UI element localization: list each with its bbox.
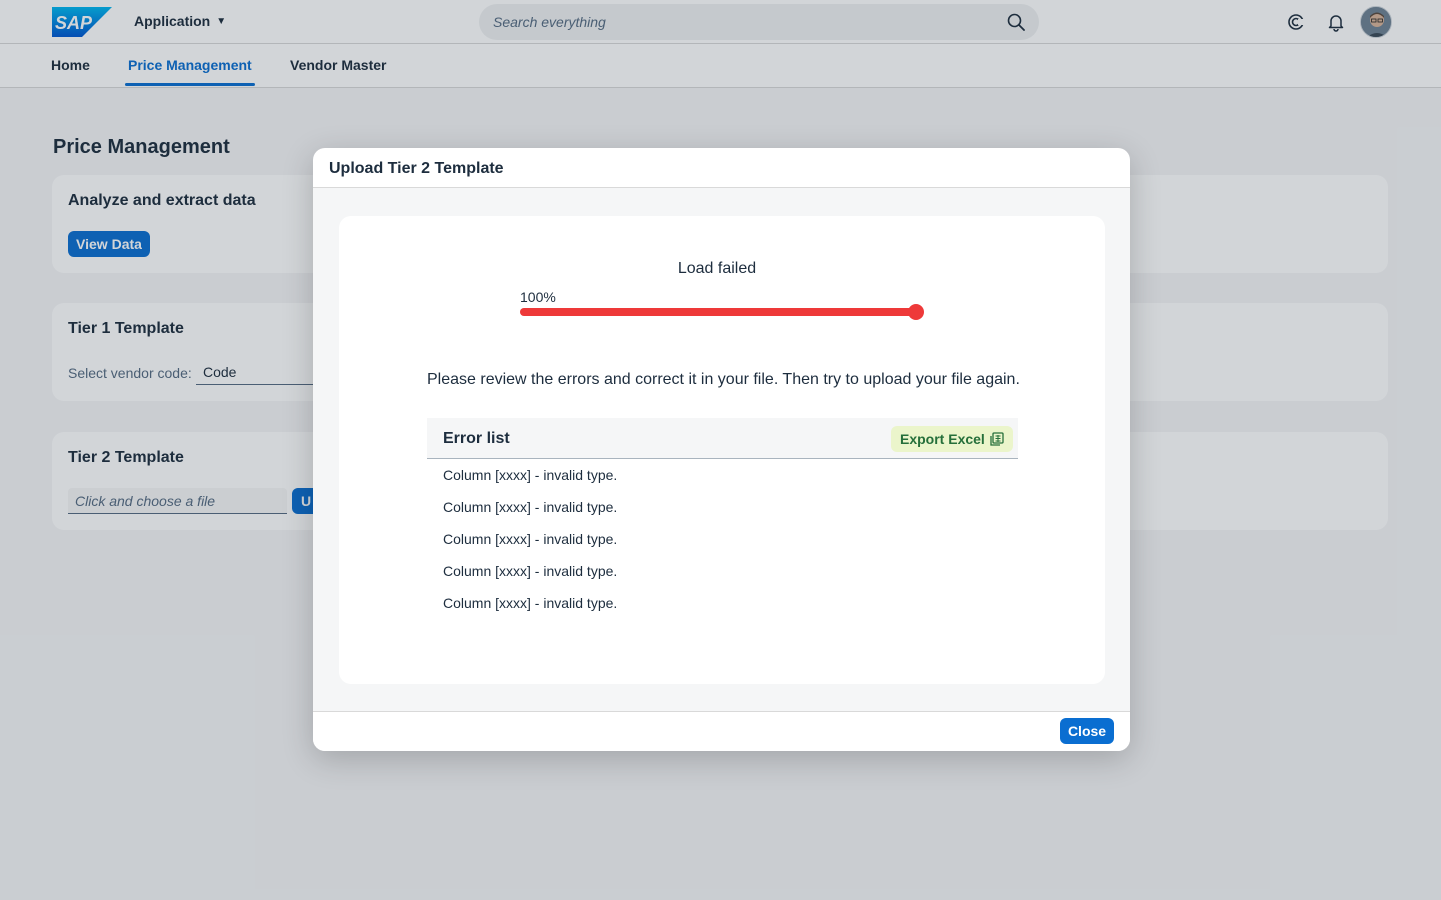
excel-icon: [990, 432, 1004, 446]
list-item: Column [xxxx] - invalid type.: [443, 595, 618, 611]
list-item: Column [xxxx] - invalid type.: [443, 499, 618, 515]
upload-dialog: Upload Tier 2 Template Load failed 100% …: [313, 148, 1130, 751]
close-button[interactable]: Close: [1060, 718, 1114, 744]
dialog-body: Load failed 100% Please review the error…: [313, 188, 1130, 711]
progress-bar: [520, 304, 924, 320]
export-excel-button[interactable]: Export Excel: [891, 426, 1013, 452]
list-item: Column [xxxx] - invalid type.: [443, 531, 618, 547]
load-status: Load failed: [677, 260, 757, 277]
error-list: Column [xxxx] - invalid type. Column [xx…: [427, 459, 1018, 619]
export-excel-label: Export Excel: [900, 431, 985, 447]
error-list-title: Error list: [443, 430, 510, 447]
dialog-footer: Close: [313, 711, 1130, 751]
list-item: Column [xxxx] - invalid type.: [443, 467, 618, 483]
upload-result-panel: Load failed 100% Please review the error…: [339, 216, 1105, 684]
progress-knob: [908, 304, 924, 320]
error-instruction-message: Please review the errors and correct it …: [427, 371, 1020, 388]
progress-percentage: 100%: [520, 289, 556, 305]
dialog-title: Upload Tier 2 Template: [329, 160, 504, 177]
dialog-header: Upload Tier 2 Template: [313, 148, 1130, 188]
list-item: Column [xxxx] - invalid type.: [443, 563, 618, 579]
progress-fill: [520, 308, 916, 316]
error-list-header: Error list Export Excel: [427, 418, 1018, 459]
